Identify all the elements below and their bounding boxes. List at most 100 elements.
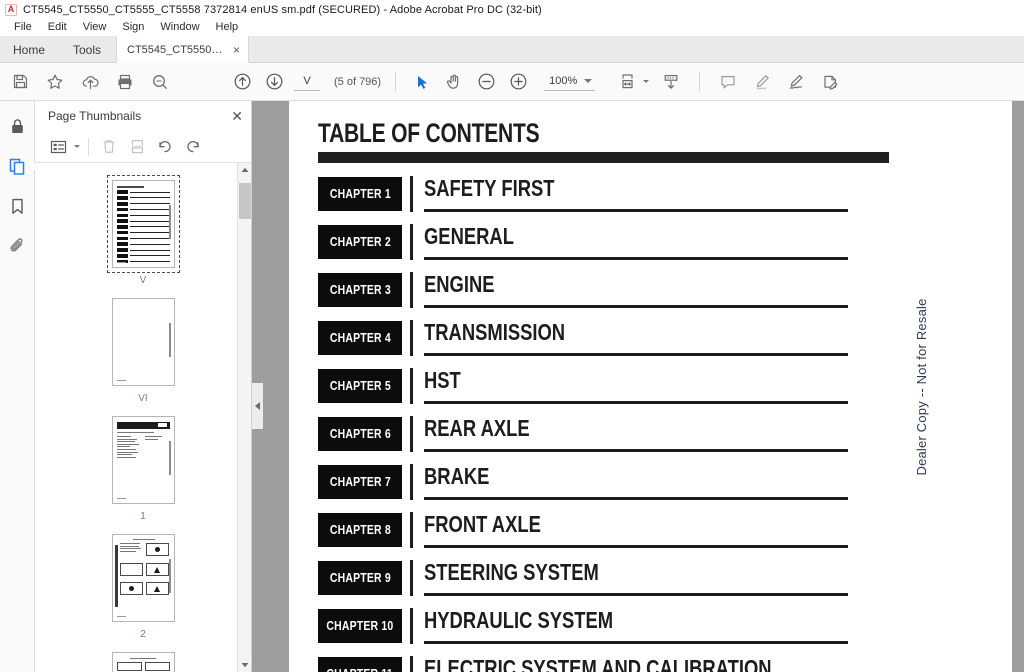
options-chevron-down-icon[interactable] bbox=[74, 145, 80, 148]
tab-home[interactable]: Home bbox=[0, 36, 58, 63]
menu-edit[interactable]: Edit bbox=[40, 19, 75, 36]
close-icon[interactable]: × bbox=[225, 44, 240, 56]
chapter-title-wrap: BRAKE bbox=[424, 464, 848, 512]
sidebar-item-bookmarks[interactable] bbox=[4, 193, 30, 219]
sidebar-item-security-lock[interactable] bbox=[4, 113, 30, 139]
chapter-title-wrap: STEERING SYSTEM bbox=[424, 560, 848, 608]
sidebar-item-page-thumbnails[interactable] bbox=[4, 153, 30, 179]
chapter-badge: CHAPTER 7 bbox=[318, 465, 402, 500]
watermark-text: Dealer Copy -- Not for Resale bbox=[913, 297, 929, 476]
chapter-number: CHAPTER 2 bbox=[329, 235, 391, 250]
thumbnail-content bbox=[113, 299, 174, 385]
page-scrolling-icon[interactable] bbox=[659, 70, 683, 94]
toolbar-file-group bbox=[0, 70, 172, 94]
list-options-icon[interactable] bbox=[46, 136, 70, 158]
acrobat-window: A CT5545_CT5550_CT5555_CT5558 7372814 en… bbox=[0, 0, 1024, 672]
viewer-scrollbar[interactable] bbox=[1012, 101, 1024, 672]
chapter-divider bbox=[410, 656, 413, 672]
thumbnail-item[interactable]: 2 bbox=[35, 529, 251, 640]
minus-circle-icon[interactable] bbox=[474, 70, 498, 94]
thumbnail-item[interactable]: VI bbox=[35, 293, 251, 404]
search-icon[interactable] bbox=[148, 70, 172, 94]
chapter-badge: CHAPTER 10 bbox=[318, 609, 402, 644]
chevron-up-icon[interactable] bbox=[238, 163, 252, 177]
toolbar-navigation-group: V (5 of 796) 100% bbox=[230, 70, 596, 94]
trash-icon[interactable] bbox=[97, 136, 121, 158]
thumbnail-content bbox=[113, 181, 174, 267]
sign-icon[interactable] bbox=[784, 70, 808, 94]
scrollbar-thumb[interactable] bbox=[1012, 101, 1024, 672]
toolbar-separator-2 bbox=[699, 71, 701, 92]
chapter-row[interactable]: CHAPTER 2 GENERAL bbox=[318, 224, 1024, 272]
menu-window[interactable]: Window bbox=[152, 19, 207, 36]
zoom-level-select[interactable]: 100% bbox=[544, 72, 596, 91]
fit-page-icon[interactable] bbox=[617, 70, 639, 94]
thumbnail-list[interactable]: V VI 1 2 bbox=[35, 163, 251, 672]
tab-document[interactable]: CT5545_CT5550_C... × bbox=[116, 36, 249, 63]
chevron-down-icon[interactable] bbox=[238, 658, 252, 672]
request-signature-icon[interactable] bbox=[818, 70, 842, 94]
menu-bar: File Edit View Sign Window Help bbox=[0, 19, 1024, 36]
zoom-level-value: 100% bbox=[549, 75, 578, 87]
chapter-title: ENGINE bbox=[424, 271, 495, 298]
star-icon[interactable] bbox=[43, 70, 67, 94]
viewer-left-gutter bbox=[252, 101, 289, 672]
panel-title: Page Thumbnails bbox=[48, 109, 142, 123]
thumbnail-item[interactable]: V bbox=[35, 175, 251, 286]
menu-file[interactable]: File bbox=[6, 19, 40, 36]
thumbnail-panel-scrollbar[interactable] bbox=[237, 163, 251, 672]
save-icon[interactable] bbox=[8, 70, 32, 94]
plus-circle-icon[interactable] bbox=[506, 70, 530, 94]
close-icon[interactable]: ✕ bbox=[231, 109, 243, 123]
main-toolbar: V (5 of 796) 100% bbox=[0, 63, 1024, 101]
chapter-number: CHAPTER 3 bbox=[329, 283, 391, 298]
highlight-icon[interactable] bbox=[750, 70, 774, 94]
thumbnail-page-image bbox=[111, 534, 175, 622]
comment-icon[interactable] bbox=[716, 70, 740, 94]
chapter-underline bbox=[424, 593, 848, 597]
page-number-input[interactable]: V bbox=[294, 72, 320, 91]
chapter-title-wrap: HYDRAULIC SYSTEM bbox=[424, 608, 848, 656]
chapter-title: FRONT AXLE bbox=[424, 511, 541, 538]
extract-pages-icon[interactable] bbox=[125, 136, 149, 158]
chapter-row[interactable]: CHAPTER 10 HYDRAULIC SYSTEM bbox=[318, 608, 1024, 656]
hand-icon[interactable] bbox=[442, 70, 466, 94]
chapter-divider bbox=[410, 272, 413, 309]
thumbnail-selection-frame bbox=[107, 411, 180, 509]
chapter-number: CHAPTER 8 bbox=[329, 523, 391, 538]
sidebar-item-attachments[interactable] bbox=[4, 233, 30, 259]
chapter-underline bbox=[424, 449, 848, 453]
menu-sign[interactable]: Sign bbox=[114, 19, 152, 36]
thumbnail-selection-frame bbox=[106, 175, 180, 273]
rotate-counterclockwise-icon[interactable] bbox=[153, 136, 177, 158]
tab-tools[interactable]: Tools bbox=[58, 36, 116, 63]
chapter-row[interactable]: CHAPTER 9 STEERING SYSTEM bbox=[318, 560, 1024, 608]
chapter-row[interactable]: CHAPTER 1 SAFETY FIRST bbox=[318, 176, 1024, 224]
collapse-panel-icon[interactable] bbox=[252, 383, 263, 429]
page-title: TABLE OF CONTENTS bbox=[318, 118, 540, 148]
chapter-badge: CHAPTER 9 bbox=[318, 561, 402, 596]
fit-page-chevron-down-icon[interactable] bbox=[643, 80, 650, 83]
chapter-number: CHAPTER 10 bbox=[326, 619, 394, 634]
cursor-arrow-icon[interactable] bbox=[410, 70, 434, 94]
thumbnail-page-image bbox=[111, 652, 175, 672]
thumbnail-page-image bbox=[111, 180, 175, 268]
thumbnail-item[interactable]: 1 bbox=[35, 411, 251, 522]
chapter-row[interactable]: CHAPTER 11 ELECTRIC SYSTEM AND CALIBRATI… bbox=[318, 656, 1024, 672]
thumbnail-selection-frame bbox=[107, 293, 180, 391]
menu-help[interactable]: Help bbox=[208, 19, 247, 36]
chapter-row[interactable]: CHAPTER 8 FRONT AXLE bbox=[318, 512, 1024, 560]
scrollbar-thumb[interactable] bbox=[238, 183, 251, 219]
scrollbar-track[interactable] bbox=[238, 177, 252, 658]
thumbnail-item[interactable]: 3 bbox=[35, 647, 251, 672]
chevron-left-icon bbox=[255, 402, 260, 410]
upload-to-cloud-icon[interactable] bbox=[78, 70, 102, 94]
arrow-down-circle-icon[interactable] bbox=[262, 70, 286, 94]
print-icon[interactable] bbox=[113, 70, 137, 94]
rotate-clockwise-icon[interactable] bbox=[181, 136, 205, 158]
thumbnail-selection-frame bbox=[107, 529, 180, 627]
menu-view[interactable]: View bbox=[75, 19, 115, 36]
arrow-up-circle-icon[interactable] bbox=[230, 70, 254, 94]
chapter-title-wrap: ELECTRIC SYSTEM AND CALIBRATION bbox=[424, 656, 848, 672]
page-thumbnails-panel: Page Thumbnails ✕ V VI 1 2 bbox=[35, 101, 252, 672]
